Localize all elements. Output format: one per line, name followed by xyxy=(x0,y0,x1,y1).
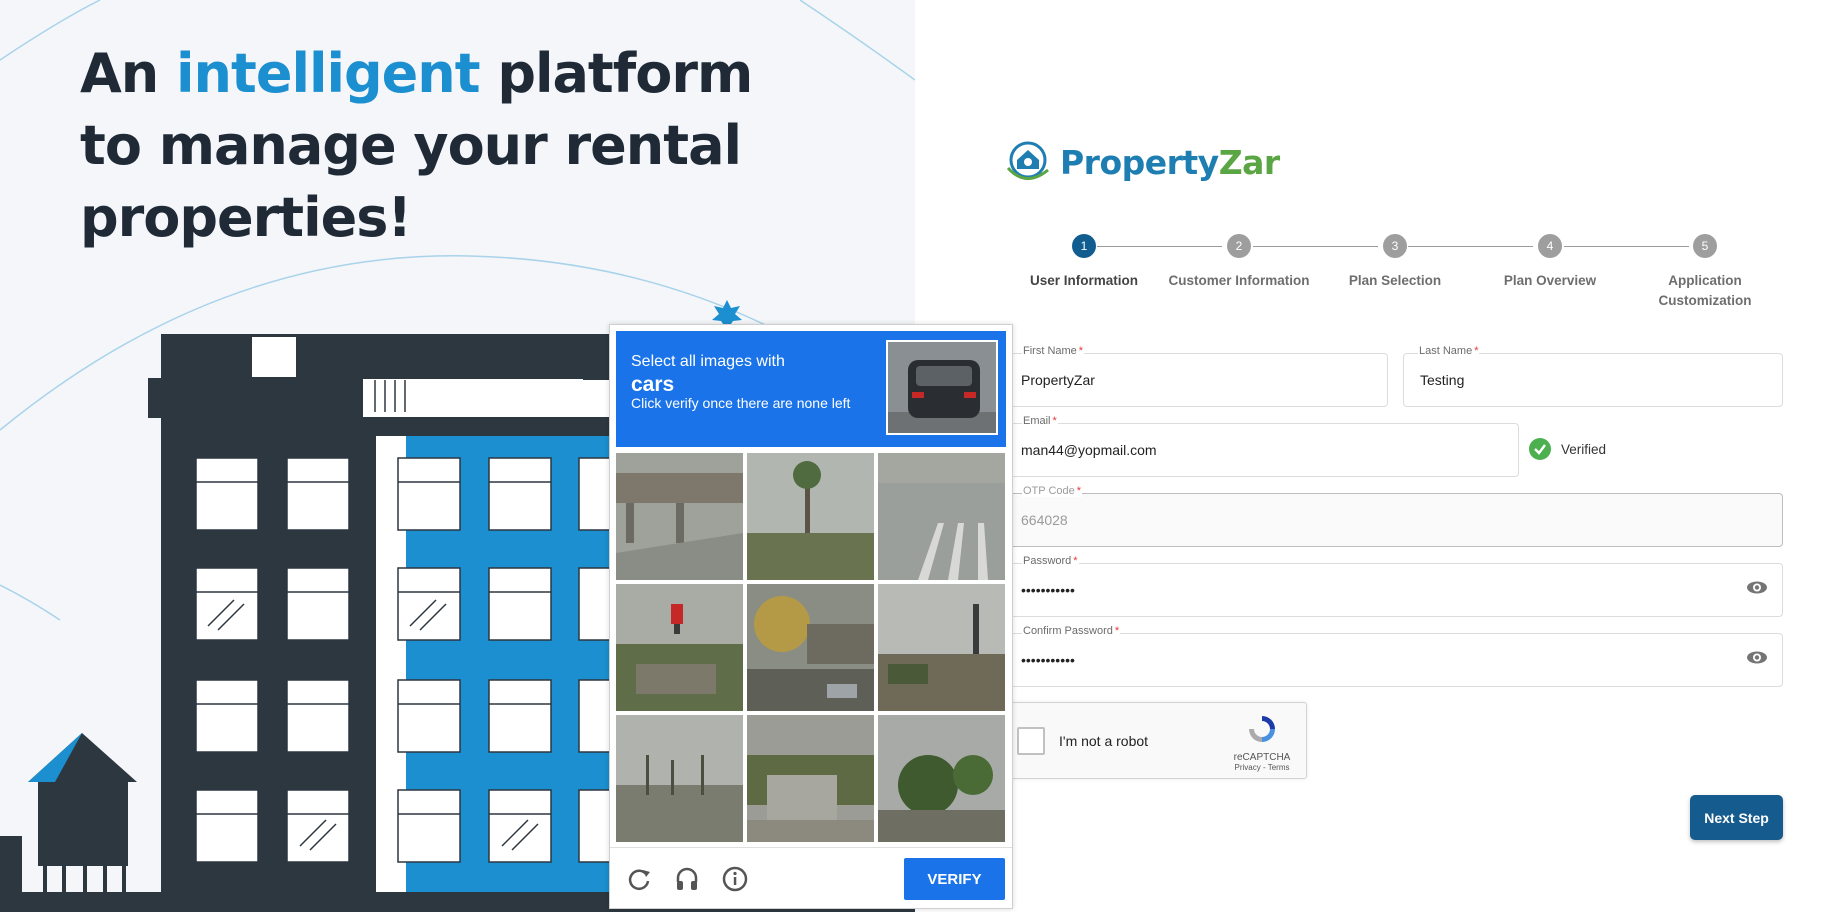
step-number: 3 xyxy=(1383,234,1407,258)
brand-name-part2: Zar xyxy=(1218,142,1280,182)
first-name-label-text: First Name xyxy=(1023,345,1077,357)
show-password-eye-icon[interactable] xyxy=(1746,581,1768,600)
confirm-password-label: Confirm Password * xyxy=(1022,625,1121,637)
challenge-image-grid xyxy=(616,453,1008,845)
step-plan-overview: 4 Plan Overview xyxy=(1470,234,1630,291)
otp-code-field: 664028 xyxy=(1004,493,1783,547)
challenge-hint: Click verify once there are none left xyxy=(631,395,851,411)
recaptcha-widget: I'm not a robot reCAPTCHA Privacy - Term… xyxy=(1003,702,1307,779)
required-marker: * xyxy=(1114,625,1120,637)
email-value: man44@yopmail.com xyxy=(1021,442,1157,458)
first-name-label: First Name * xyxy=(1022,345,1085,357)
step-number: 4 xyxy=(1538,234,1562,258)
recaptcha-label: I'm not a robot xyxy=(1059,733,1149,749)
otp-label-text: OTP Code xyxy=(1023,485,1075,497)
challenge-tile[interactable] xyxy=(878,453,1005,580)
first-name-field[interactable]: PropertyZar xyxy=(1004,353,1388,407)
required-marker: * xyxy=(1076,485,1082,497)
required-marker: * xyxy=(1474,345,1479,357)
required-marker: * xyxy=(1073,555,1078,567)
confirm-password-field[interactable]: ••••••••••• xyxy=(1004,633,1783,687)
reload-icon[interactable] xyxy=(626,866,652,897)
challenge-instruction: Select all images with xyxy=(631,353,785,370)
confirm-password-value: ••••••••••• xyxy=(1021,652,1075,668)
last-name-value: Testing xyxy=(1420,372,1465,388)
recaptcha-checkbox[interactable] xyxy=(1017,727,1045,755)
challenge-tile[interactable] xyxy=(878,584,1005,711)
otp-code-value: 664028 xyxy=(1021,512,1068,528)
step-label: Application Customization xyxy=(1658,273,1752,308)
brand-name: PropertyZar xyxy=(1060,143,1280,182)
last-name-label: Last Name * xyxy=(1418,345,1480,357)
challenge-footer: VERIFY xyxy=(610,847,1012,909)
email-verified-status: Verified xyxy=(1529,438,1606,460)
step-plan-selection: 3 Plan Selection xyxy=(1315,234,1475,291)
step-label: Plan Overview xyxy=(1503,273,1597,288)
challenge-tile[interactable] xyxy=(616,584,743,711)
challenge-tile[interactable] xyxy=(616,453,743,580)
email-label: Email * xyxy=(1022,415,1058,427)
step-number: 5 xyxy=(1693,234,1717,258)
brand-logo: PropertyZar xyxy=(1004,138,1280,186)
required-marker: * xyxy=(1078,345,1084,357)
recaptcha-terms-link[interactable]: Privacy - Terms xyxy=(1230,763,1294,772)
step-number: 1 xyxy=(1072,234,1096,258)
step-number: 2 xyxy=(1227,234,1251,258)
password-value: ••••••••••• xyxy=(1021,582,1075,598)
password-label: Password * xyxy=(1022,555,1079,567)
email-field[interactable]: man44@yopmail.com xyxy=(1004,423,1519,477)
challenge-tile[interactable] xyxy=(747,584,874,711)
info-icon[interactable] xyxy=(722,866,748,897)
required-marker: * xyxy=(1052,415,1057,427)
brand-name-part1: Property xyxy=(1060,142,1219,182)
page-root: An intelligent platform to manage your r… xyxy=(0,0,1846,912)
recaptcha-challenge-popup: Select all images with cars Click verify… xyxy=(609,324,1013,909)
challenge-tile[interactable] xyxy=(747,715,874,842)
step-user-information: 1 User Information xyxy=(1004,234,1164,291)
step-label: User Information xyxy=(1029,273,1138,288)
step-customer-information: 2 Customer Information xyxy=(1159,234,1319,291)
challenge-tile[interactable] xyxy=(616,715,743,842)
recaptcha-branding: reCAPTCHA Privacy - Terms xyxy=(1230,713,1294,772)
house-logo-icon xyxy=(1006,141,1049,180)
verify-button[interactable]: VERIFY xyxy=(904,858,1005,900)
challenge-target: cars xyxy=(631,373,675,396)
check-circle-icon xyxy=(1529,438,1551,460)
step-label: Customer Information xyxy=(1168,273,1310,288)
email-label-text: Email xyxy=(1023,415,1051,427)
challenge-header: Select all images with cars Click verify… xyxy=(616,331,1006,447)
challenge-tile[interactable] xyxy=(747,453,874,580)
otp-code-label: OTP Code * xyxy=(1022,485,1083,497)
recaptcha-brand-text: reCAPTCHA xyxy=(1233,752,1291,763)
verified-label: Verified xyxy=(1561,441,1607,457)
first-name-value: PropertyZar xyxy=(1021,372,1095,388)
challenge-tile[interactable] xyxy=(878,715,1005,842)
recaptcha-logo-icon xyxy=(1249,716,1275,742)
last-name-label-text: Last Name xyxy=(1419,345,1473,357)
challenge-sample-image xyxy=(886,340,998,435)
password-label-text: Password xyxy=(1023,555,1072,567)
step-label: Plan Selection xyxy=(1348,273,1442,288)
show-confirm-password-eye-icon[interactable] xyxy=(1746,651,1768,670)
next-step-button[interactable]: Next Step xyxy=(1690,795,1783,840)
step-application-customization: 5 Application Customization xyxy=(1625,234,1785,311)
last-name-field[interactable]: Testing xyxy=(1403,353,1783,407)
password-field[interactable]: ••••••••••• xyxy=(1004,563,1783,617)
confirm-password-label-text: Confirm Password xyxy=(1023,625,1113,637)
audio-challenge-headphones-icon[interactable] xyxy=(674,866,700,897)
